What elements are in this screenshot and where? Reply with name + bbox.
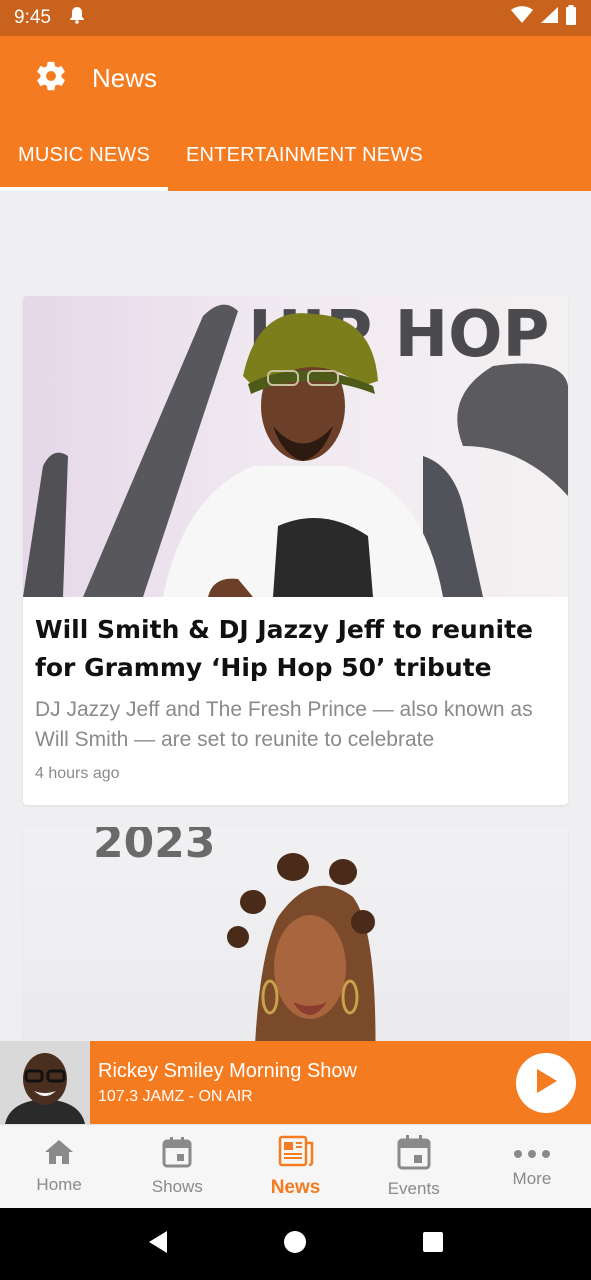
article-card[interactable]: 2023 <box>23 827 568 1041</box>
station-name: 107.3 JAMZ - ON AIR <box>98 1087 253 1105</box>
system-navigation-bar <box>0 1208 591 1280</box>
nav-shows[interactable]: Shows <box>118 1125 236 1208</box>
tab-entertainment-news[interactable]: ENTERTAINMENT NEWS <box>168 120 441 191</box>
nav-more[interactable]: More <box>473 1125 591 1208</box>
news-tabs: MUSIC NEWS ENTERTAINMENT NEWS <box>0 120 591 191</box>
status-bar: 9:45 <box>0 0 591 36</box>
nav-label: Shows <box>151 1177 203 1196</box>
nav-label: News <box>270 1176 321 1198</box>
more-dots-icon <box>513 1145 551 1165</box>
home-circle-icon[interactable] <box>283 1230 307 1259</box>
battery-icon <box>565 5 577 31</box>
nav-label: Home <box>36 1175 82 1194</box>
status-time: 9:45 <box>14 7 51 28</box>
bottom-navigation: Home Shows News Events More <box>0 1124 591 1208</box>
article-timestamp: 4 hours ago <box>35 765 120 782</box>
nav-news[interactable]: News <box>236 1125 354 1208</box>
now-playing-bar[interactable]: Rickey Smiley Morning Show 107.3 JAMZ - … <box>0 1041 591 1124</box>
article-description: DJ Jazzy Jeff and The Fresh Prince — als… <box>35 698 533 751</box>
nav-events[interactable]: Events <box>355 1125 473 1208</box>
calendar-icon <box>397 1134 431 1175</box>
app-bar: News <box>0 36 591 120</box>
tab-music-news[interactable]: MUSIC NEWS <box>0 120 168 191</box>
nav-label: Events <box>387 1179 440 1198</box>
settings-gear-icon[interactable] <box>34 59 68 98</box>
page-title: News <box>92 62 158 93</box>
status-icons <box>511 5 577 31</box>
nav-label: More <box>512 1168 552 1188</box>
article-image: HIP HOP <box>23 296 568 597</box>
nav-home[interactable]: Home <box>0 1125 118 1208</box>
back-icon[interactable] <box>147 1230 169 1259</box>
show-name: Rickey Smiley Morning Show <box>98 1059 357 1082</box>
calendar-icon <box>162 1136 192 1173</box>
article-card[interactable]: HIP HOP Will Smith & DJ Jazzy Jeff to re… <box>23 296 568 805</box>
article-image: 2023 <box>23 827 568 1041</box>
host-avatar <box>0 1041 90 1124</box>
wifi-icon <box>511 6 533 30</box>
recents-square-icon[interactable] <box>422 1231 444 1258</box>
now-playing-info: Rickey Smiley Morning Show 107.3 JAMZ - … <box>98 1060 357 1106</box>
home-icon <box>43 1138 75 1171</box>
news-feed[interactable]: HIP HOP Will Smith & DJ Jazzy Jeff to re… <box>0 191 591 1041</box>
play-button[interactable] <box>516 1053 576 1113</box>
play-icon <box>533 1067 559 1100</box>
year-sign-text: 2023 <box>93 827 215 868</box>
signal-icon <box>539 6 559 30</box>
newspaper-icon <box>278 1135 314 1173</box>
notification-bell-icon <box>69 6 85 30</box>
article-title[interactable]: Will Smith & DJ Jazzy Jeff to reunite fo… <box>35 611 556 687</box>
